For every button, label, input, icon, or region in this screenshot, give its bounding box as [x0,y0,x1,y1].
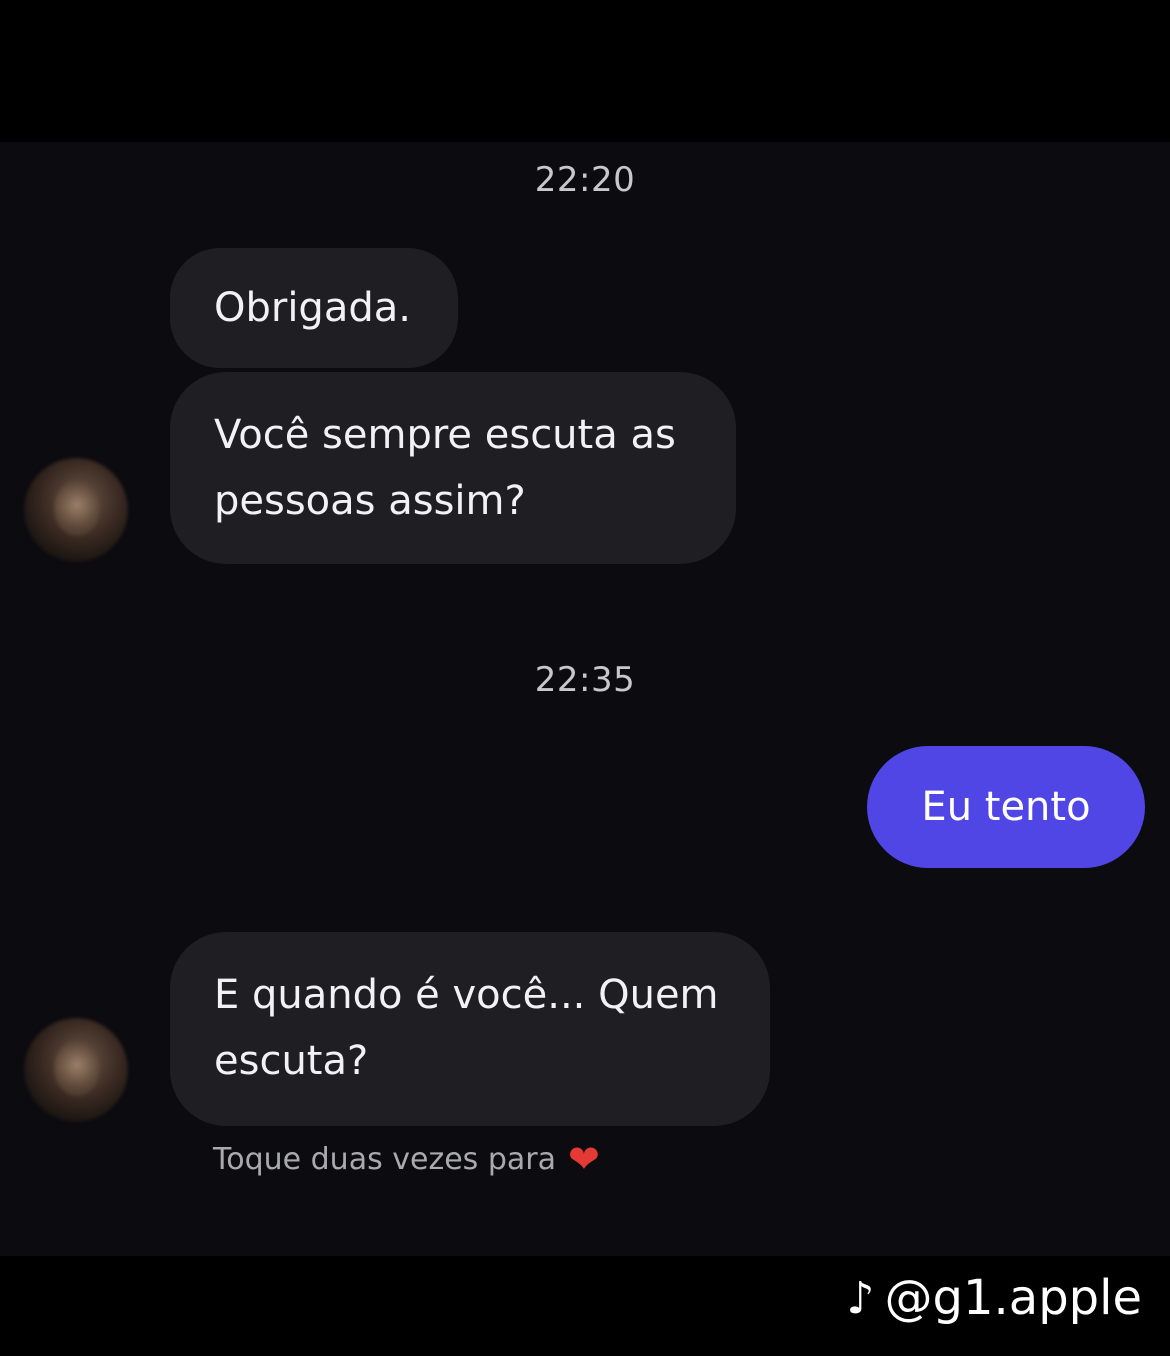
contact-avatar[interactable] [24,1018,128,1122]
message-text-line: Você sempre escuta as [214,412,676,458]
message-bubble-incoming[interactable]: Você sempre escuta as pessoas assim? [170,372,736,564]
timestamp-1: 22:20 [534,160,636,200]
message-text: Obrigada. [214,285,411,331]
avatar-face [54,480,100,536]
double-tap-hint: Toque duas vezes para ❤ [213,1140,600,1178]
contact-avatar[interactable] [24,458,128,562]
message-bubble-outgoing[interactable]: Eu tento [867,746,1145,868]
timestamp-2: 22:35 [534,660,636,700]
message-text-line: escuta? [214,1038,369,1084]
tiktok-note-icon: ♪ [846,1272,875,1324]
heart-icon: ❤ [567,1137,600,1181]
message-text-line: E quando é você... Quem [214,972,719,1018]
message-bubble-incoming[interactable]: Obrigada. [170,248,458,368]
message-text-line: pessoas assim? [214,478,526,524]
hint-text: Toque duas vezes para [213,1141,556,1177]
message-text: Eu tento [921,784,1091,830]
tiktok-watermark: ♪ @g1.apple [846,1270,1142,1326]
top-black-band [0,0,1170,142]
watermark-handle: @g1.apple [884,1270,1142,1326]
message-bubble-incoming[interactable]: E quando é você... Quem escuta? [170,932,770,1126]
avatar-face [54,1040,100,1096]
